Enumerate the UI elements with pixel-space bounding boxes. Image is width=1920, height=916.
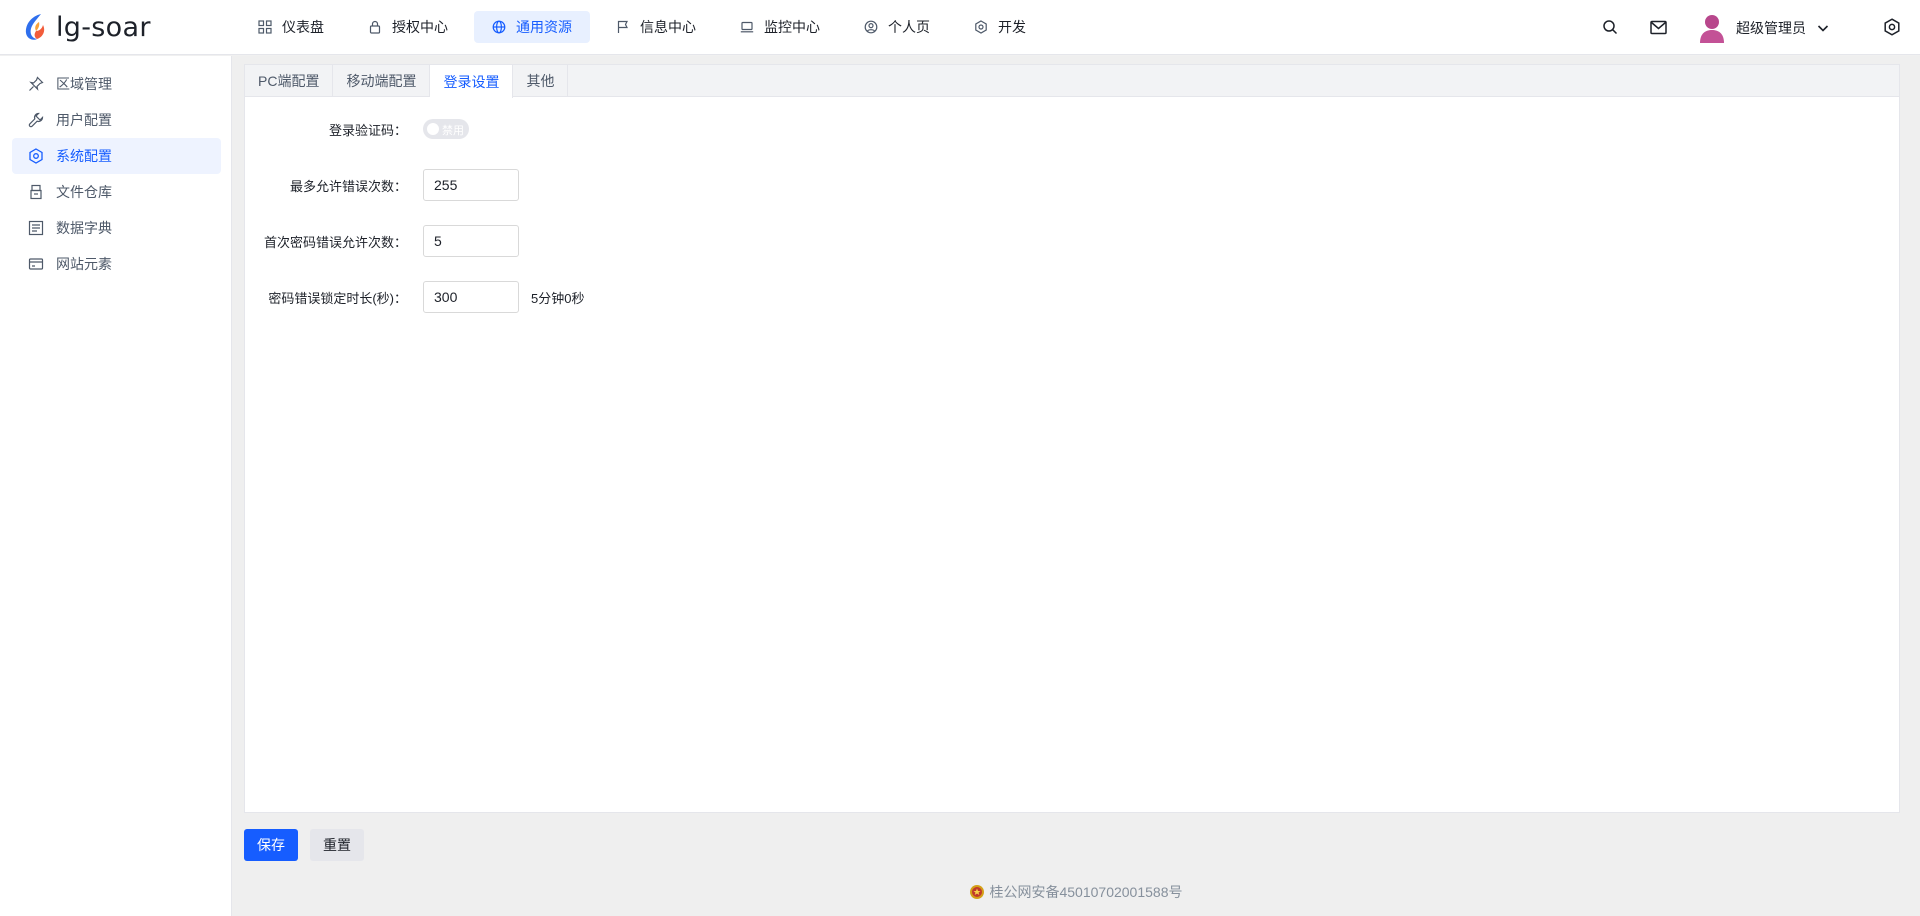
topnav-label: 个人页: [888, 19, 930, 35]
topnav-label: 信息中心: [640, 19, 696, 35]
sidebar-item-data-dictionary[interactable]: 数据字典: [12, 210, 221, 246]
topnav-monitor-center[interactable]: 监控中心: [722, 11, 838, 43]
max-errors-input[interactable]: 255: [423, 169, 519, 201]
sidebar-item-label: 用户配置: [56, 112, 112, 128]
pin-icon: [29, 76, 44, 91]
save-button[interactable]: 保存: [244, 829, 298, 861]
sidebar-item-region[interactable]: 区域管理: [12, 66, 221, 102]
sidebar-item-file-storage[interactable]: 文件仓库: [12, 174, 221, 210]
toggle-knob: [427, 123, 439, 135]
top-header: lg-soar 仪表盘 授权中心 通用资源 信息中心 监控中心 个人页 开发 超…: [0, 0, 1920, 55]
topnav-personal-page[interactable]: 个人页: [846, 11, 948, 43]
lock-duration-row: 密码错误锁定时长(秒)： 300 5分钟0秒: [245, 281, 584, 313]
gear-icon: [975, 20, 987, 34]
sidebar-item-site-elements[interactable]: 网站元素: [12, 246, 221, 282]
main-content: PC端配置 移动端配置 登录设置 其他 登录验证码： 禁用 最多允许错误次数： …: [232, 56, 1920, 916]
topnav-dashboard[interactable]: 仪表盘: [240, 11, 342, 43]
first-errors-input[interactable]: 5: [423, 225, 519, 257]
logo-flame-icon: [25, 14, 45, 40]
search-button[interactable]: [1600, 17, 1620, 37]
tab-other[interactable]: 其他: [513, 65, 569, 97]
topnav-label: 仪表盘: [282, 19, 324, 35]
police-badge-icon: [970, 885, 985, 899]
reset-button[interactable]: 重置: [310, 829, 364, 861]
sidebar-item-system-config[interactable]: 系统配置: [12, 138, 221, 174]
mail-icon: [1649, 20, 1667, 34]
max-errors-row: 最多允许错误次数： 255: [245, 169, 519, 201]
lock-duration-label: 密码错误锁定时长(秒)：: [268, 290, 407, 306]
list-icon: [28, 220, 44, 236]
sidebar-item-label: 文件仓库: [56, 184, 112, 200]
app-logo[interactable]: lg-soar: [22, 10, 151, 44]
sidebar-item-label: 区域管理: [56, 76, 112, 92]
captcha-toggle[interactable]: 禁用: [423, 119, 469, 139]
globe-icon: [492, 20, 506, 34]
top-navigation: 仪表盘 授权中心 通用资源 信息中心 监控中心 个人页 开发: [240, 11, 1052, 43]
wrench-icon: [28, 112, 44, 128]
footer: 桂公网安备45010702001588号: [232, 882, 1920, 902]
topnav-label: 监控中心: [764, 19, 820, 35]
flag-icon: [617, 20, 628, 33]
laptop-icon: [740, 21, 754, 33]
topnav-auth-center[interactable]: 授权中心: [350, 11, 466, 43]
search-icon: [1603, 20, 1618, 35]
max-errors-label: 最多允许错误次数：: [289, 178, 407, 194]
messages-button[interactable]: [1648, 17, 1668, 37]
lock-icon: [369, 20, 381, 34]
hexagon-gear-icon: [29, 148, 43, 164]
sidebar-item-label: 系统配置: [56, 148, 112, 164]
tab-login-settings[interactable]: 登录设置: [430, 65, 514, 98]
config-tabs: PC端配置 移动端配置 登录设置 其他: [245, 65, 1899, 98]
first-errors-label: 首次密码错误允许次数：: [263, 234, 407, 250]
tab-pc-config[interactable]: PC端配置: [245, 65, 334, 97]
avatar: [1700, 15, 1724, 43]
topnav-label: 通用资源: [516, 19, 572, 35]
sidebar-item-user-config[interactable]: 用户配置: [12, 102, 221, 138]
toggle-state-text: 禁用: [442, 125, 464, 137]
sidebar-item-label: 网站元素: [56, 256, 112, 272]
captcha-label: 登录验证码：: [328, 122, 407, 138]
first-errors-row: 首次密码错误允许次数： 5: [245, 225, 519, 257]
settings-panel: PC端配置 移动端配置 登录设置 其他 登录验证码： 禁用 最多允许错误次数： …: [244, 64, 1900, 813]
captcha-row: 登录验证码： 禁用: [245, 113, 469, 145]
topnav-common-resources[interactable]: 通用资源: [474, 11, 590, 43]
app-title: lg-soar: [56, 11, 151, 43]
topnav-label: 授权中心: [392, 19, 448, 35]
card-icon: [28, 258, 44, 270]
topnav-info-center[interactable]: 信息中心: [598, 11, 714, 43]
icp-record-link[interactable]: 桂公网安备45010702001588号: [989, 882, 1182, 902]
sidebar-item-label: 数据字典: [56, 220, 112, 236]
settings-gear-icon: [1884, 18, 1900, 36]
user-circle-icon: [864, 20, 878, 34]
chevron-down-icon: [1817, 25, 1829, 32]
sidebar: 区域管理 用户配置 系统配置 文件仓库 数据字典 网站元素: [0, 56, 232, 916]
topnav-develop[interactable]: 开发: [956, 11, 1044, 43]
settings-button[interactable]: [1882, 17, 1902, 37]
tab-mobile-config[interactable]: 移动端配置: [333, 65, 431, 97]
storage-icon: [30, 184, 42, 200]
lock-duration-input[interactable]: 300: [423, 281, 519, 313]
user-name: 超级管理员: [1736, 20, 1806, 36]
lock-duration-hint: 5分钟0秒: [531, 290, 585, 306]
grid-icon: [258, 20, 272, 34]
topnav-label: 开发: [998, 19, 1026, 35]
user-menu[interactable]: 超级管理员: [1698, 12, 1858, 44]
